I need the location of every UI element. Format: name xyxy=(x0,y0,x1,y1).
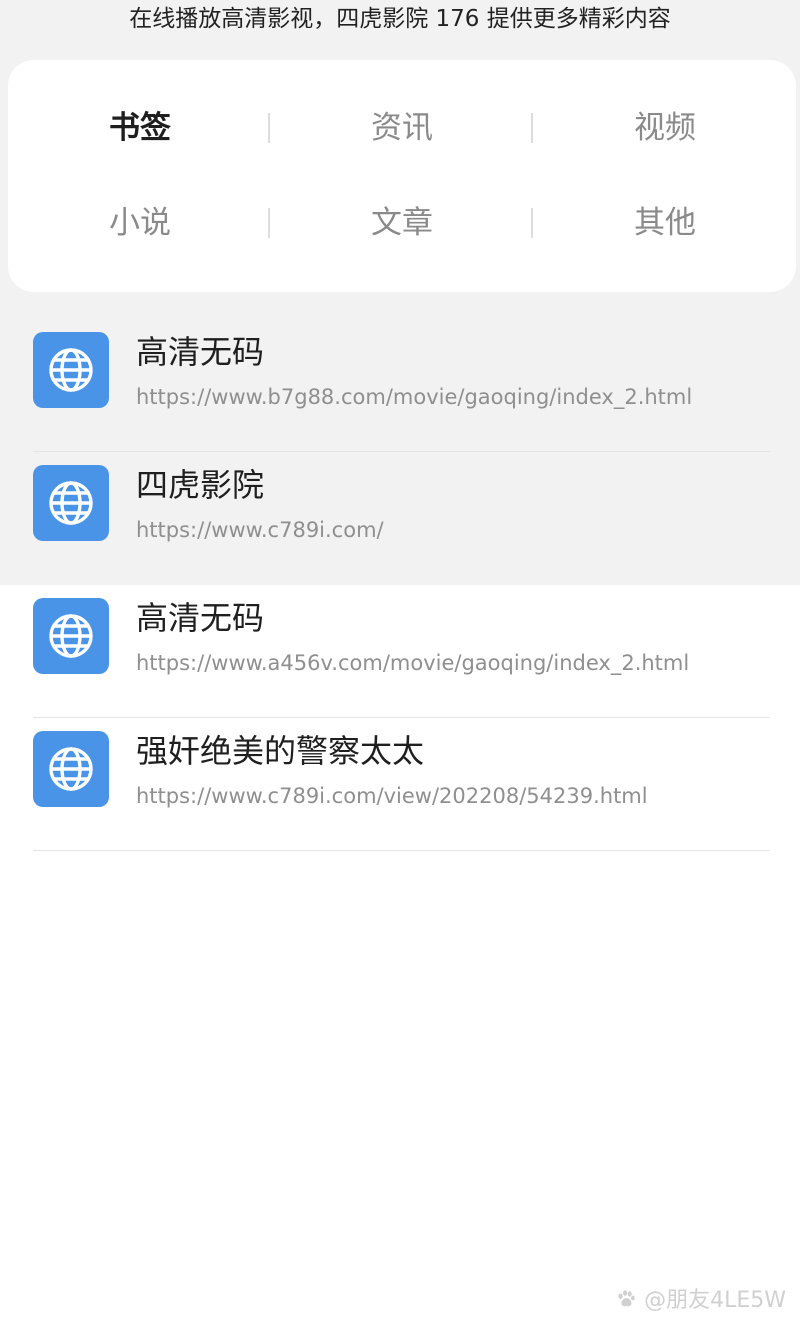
category-divider xyxy=(268,113,270,143)
watermark: @朋友4LE5W xyxy=(615,1286,786,1316)
category-divider xyxy=(531,113,533,143)
bookmark-item[interactable]: 高清无码 https://www.a456v.com/movie/gaoqing… xyxy=(0,585,800,718)
header-caption: 在线播放高清影视，四虎影院 176 提供更多精彩内容 xyxy=(129,6,671,32)
category-card: 书签 资讯 视频 小说 文章 其他 xyxy=(8,60,796,292)
category-tab-article[interactable]: 文章 xyxy=(302,203,502,243)
bookmark-title: 高清无码 xyxy=(136,333,265,371)
bookmark-title: 强奸绝美的警察太太 xyxy=(136,732,425,770)
watermark-text: @朋友4LE5W xyxy=(644,1288,786,1313)
globe-icon xyxy=(33,598,109,674)
category-tab-bookmarks[interactable]: 书签 xyxy=(40,108,240,148)
category-divider xyxy=(531,208,533,238)
bookmark-url: https://www.c789i.com/view/202208/54239.… xyxy=(136,784,648,808)
bookmark-item[interactable]: 四虎影院 https://www.c789i.com/ xyxy=(0,452,800,585)
category-tab-video[interactable]: 视频 xyxy=(565,108,765,148)
bookmark-item[interactable]: 强奸绝美的警察太太 https://www.c789i.com/view/202… xyxy=(0,718,800,851)
bookmark-url: https://www.a456v.com/movie/gaoqing/inde… xyxy=(136,651,690,675)
globe-icon xyxy=(33,731,109,807)
category-tab-novel[interactable]: 小说 xyxy=(40,203,240,243)
bookmark-url: https://www.c789i.com/ xyxy=(136,518,384,542)
category-tab-other[interactable]: 其他 xyxy=(565,203,765,243)
globe-icon xyxy=(33,332,109,408)
paw-icon xyxy=(618,1290,635,1307)
row-divider xyxy=(33,850,770,851)
bookmark-item[interactable]: 高清无码 https://www.b7g88.com/movie/gaoqing… xyxy=(0,319,800,452)
bookmark-url: https://www.b7g88.com/movie/gaoqing/inde… xyxy=(136,385,693,409)
category-tab-news[interactable]: 资讯 xyxy=(302,108,502,148)
globe-icon xyxy=(33,465,109,541)
bookmark-title: 高清无码 xyxy=(136,599,265,637)
category-divider xyxy=(268,208,270,238)
bookmark-title: 四虎影院 xyxy=(136,466,265,504)
